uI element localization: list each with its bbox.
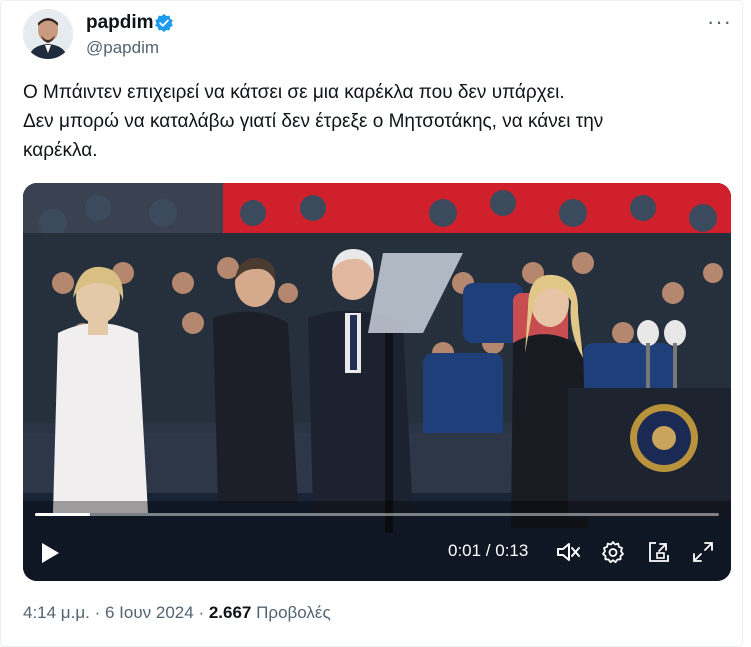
picture-in-picture-icon[interactable]	[647, 540, 671, 564]
tweet-card: papdim @papdim ··· Ο Μπάιντεν επιχειρεί …	[0, 0, 743, 647]
author-handle[interactable]: @papdim	[86, 38, 159, 58]
avatar[interactable]	[23, 9, 73, 59]
tweet-metadata: 4:14 μ.μ. · 6 Ιουν 2024 · 2.667 Προβολές	[23, 603, 331, 623]
author-name[interactable]: papdim	[86, 12, 154, 34]
verified-badge-icon	[155, 13, 173, 33]
tweet-text-line: Δεν μπορώ να καταλάβω γιατί δεν έτρεξε ο…	[23, 111, 604, 132]
tweet-time[interactable]: 4:14 μ.μ.	[23, 603, 90, 622]
views-count: 2.667	[208, 603, 252, 622]
separator: ·	[94, 603, 101, 622]
fullscreen-icon[interactable]	[691, 540, 715, 564]
views-label: Προβολές	[256, 603, 331, 622]
video-frame	[23, 183, 731, 581]
tweet-text-line: Ο Μπάιντεν επιχειρεί να κάτσει σε μια κα…	[23, 82, 565, 103]
play-icon[interactable]	[39, 541, 61, 565]
video-player[interactable]: 0:01 / 0:13	[23, 183, 731, 581]
settings-icon[interactable]	[601, 540, 625, 564]
video-progress-bar[interactable]	[35, 513, 719, 516]
tweet-date[interactable]: 6 Ιουν 2024	[105, 603, 194, 622]
separator: ·	[198, 603, 205, 622]
mute-icon[interactable]	[555, 540, 581, 564]
more-options-button[interactable]: ···	[707, 9, 732, 35]
video-progress-fill	[35, 513, 90, 516]
video-time-display: 0:01 / 0:13	[448, 541, 529, 560]
tweet-text: Ο Μπάιντεν επιχειρεί να κάτσει σε μια κα…	[23, 78, 723, 165]
more-horizontal-icon: ···	[707, 9, 732, 34]
tweet-text-line: καρέκλα.	[23, 140, 98, 161]
